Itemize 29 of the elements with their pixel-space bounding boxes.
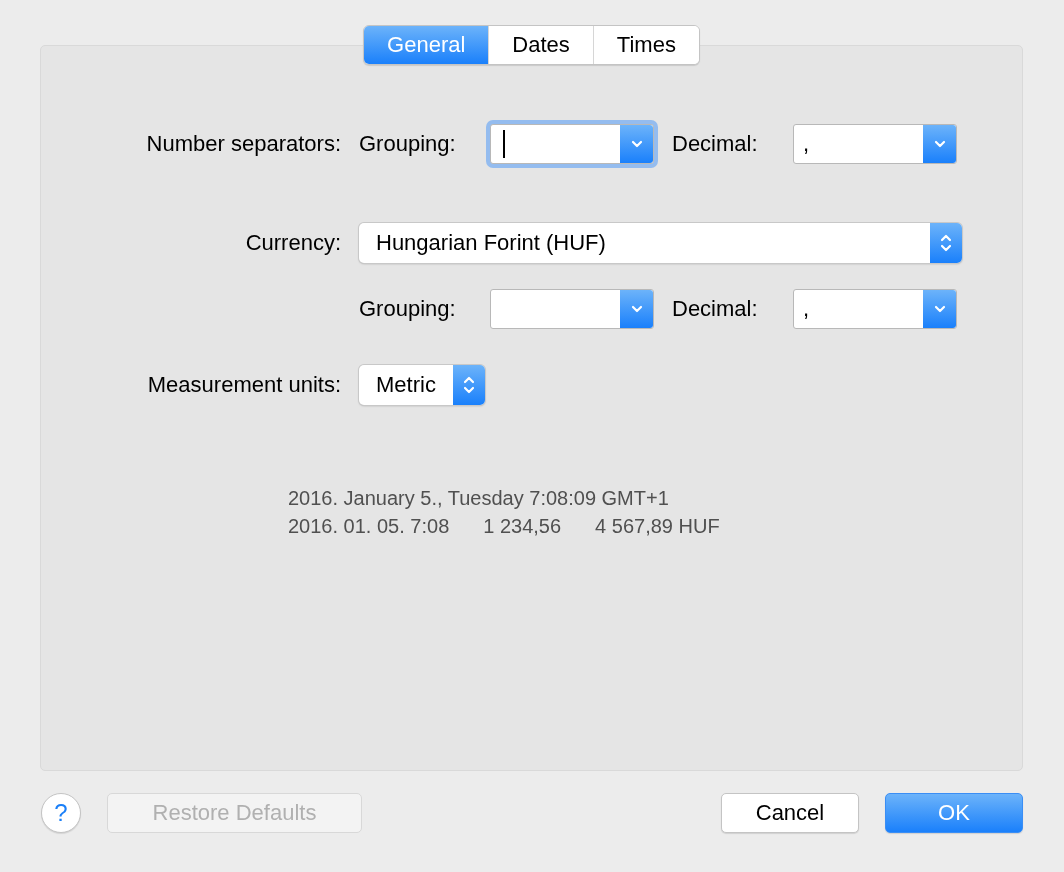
up-down-chevron-icon xyxy=(939,232,953,254)
preview-text: 2016. 01. 05. 7:08 xyxy=(288,514,450,539)
row-label: Currency: xyxy=(244,230,341,256)
combo-value: , xyxy=(802,295,811,323)
combo-box[interactable]: , xyxy=(793,124,957,164)
combo-box[interactable] xyxy=(490,289,654,329)
tab[interactable]: Times xyxy=(592,26,699,64)
combo-box[interactable]: , xyxy=(793,289,957,329)
field-label: Grouping: xyxy=(359,296,457,322)
chevron-down-icon xyxy=(932,139,947,149)
tab[interactable]: Dates xyxy=(488,26,593,64)
field-label: Grouping: xyxy=(359,131,457,157)
text-cursor xyxy=(503,130,505,158)
help-button[interactable]: ? xyxy=(41,793,81,833)
up-down-chevron-icon xyxy=(461,374,476,396)
popup-button[interactable]: Hungarian Forint (HUF) xyxy=(359,223,962,263)
chevron-down-icon xyxy=(932,304,947,314)
row-label: Number separators: xyxy=(145,131,341,157)
preview-text: 4 567,89 HUF xyxy=(595,514,720,539)
field-label: Decimal: xyxy=(672,296,759,322)
chevron-down-icon xyxy=(629,139,644,149)
cancel-button[interactable]: Cancel xyxy=(721,793,859,833)
field-label: Decimal: xyxy=(672,131,759,157)
preview-text: 2016. January 5., Tuesday 7:08:09 GMT+1 xyxy=(288,486,670,511)
chevron-down-icon xyxy=(629,304,644,314)
preview-text: 1 234,56 xyxy=(483,514,562,539)
popup-button[interactable]: Metric xyxy=(359,365,485,405)
row-label: Measurement units: xyxy=(146,372,341,398)
combo-value: , xyxy=(802,130,811,158)
